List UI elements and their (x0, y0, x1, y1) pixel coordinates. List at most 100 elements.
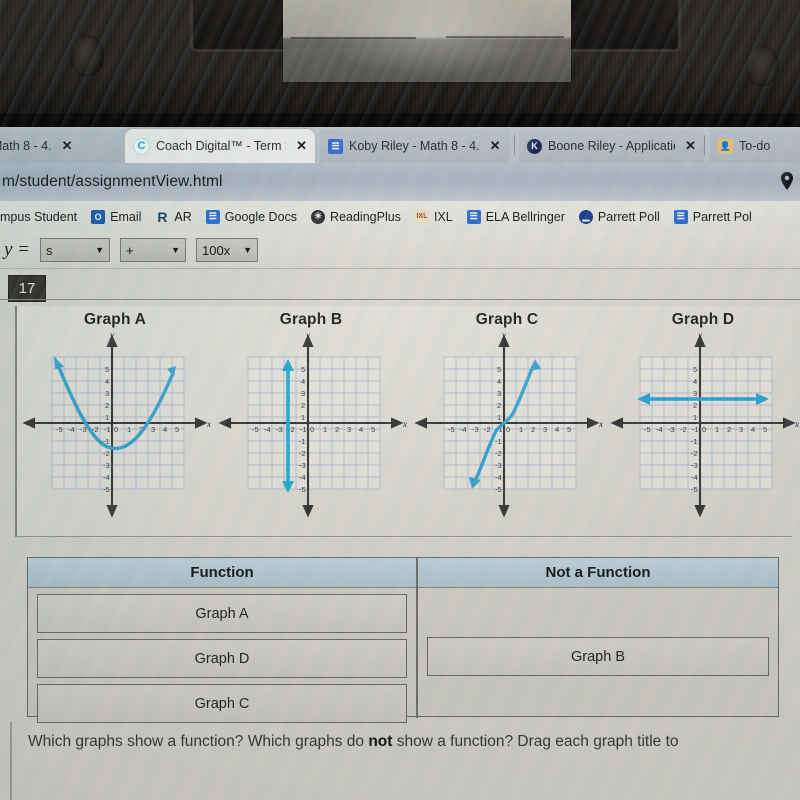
browser-tab-strip: iley - Math 8 - 4. ✕ C Coach Digital™ - … (0, 127, 800, 163)
svg-text:0: 0 (114, 425, 118, 434)
poll-icon: ▁ (578, 209, 593, 224)
term-select[interactable]: 100x ▼ (196, 238, 259, 262)
graph-card-b[interactable]: Graph B y x -5 -4 -3 -2 -1 0 1 2 3 4 5 5… (213, 306, 409, 536)
svg-text:3: 3 (301, 389, 305, 398)
svg-text:-4: -4 (68, 425, 75, 434)
svg-text:4: 4 (497, 377, 501, 386)
bookmark-readingplus[interactable]: ☀ ReadingPlus (304, 209, 408, 224)
svg-text:-1: -1 (692, 425, 699, 434)
bezel-screw-left (70, 35, 104, 77)
outlook-icon: O (91, 209, 106, 224)
browser-tab-4[interactable]: 👤 To-do (710, 129, 800, 163)
url-text: m/student/assignmentView.html (2, 173, 223, 190)
svg-text:2: 2 (531, 425, 535, 434)
drag-drop-table: Function Graph A Graph D Graph C Not a F… (27, 557, 779, 723)
graphs-panel: Graph A y x -5 -4 -3 -2 -1 0 1 2 3 4 5 5… (15, 306, 799, 537)
graph-title-a[interactable]: Graph A (17, 306, 213, 329)
graph-title-d[interactable]: Graph D (605, 306, 800, 329)
chevron-down-icon: ▼ (243, 245, 253, 255)
todo-icon: 👤 (718, 138, 733, 154)
svg-text:-3: -3 (691, 461, 698, 470)
bookmark-label: Parrett Poll (597, 209, 660, 224)
bookmark-ela-bellringer[interactable]: ☰ ELA Bellringer (460, 209, 572, 224)
browser-tab-2[interactable]: ☰ Koby Riley - Math 8 - 4. ✕ (320, 129, 510, 163)
chip-graph-b[interactable]: Graph B (427, 637, 769, 676)
svg-text:-1: -1 (691, 437, 698, 446)
svg-text:4: 4 (359, 425, 363, 434)
svg-text:-5: -5 (644, 425, 651, 434)
svg-text:-4: -4 (691, 473, 698, 482)
svg-text:1: 1 (301, 413, 305, 422)
svg-text:-2: -2 (103, 449, 110, 458)
tab-label: To-do (739, 139, 771, 153)
browser-tab-1[interactable]: C Coach Digital™ - Term 3 ✕ (125, 129, 315, 163)
address-bar[interactable]: m/student/assignmentView.html (0, 163, 800, 201)
graph-card-d[interactable]: Graph D y x -5 -4 -3 -2 -1 0 1 2 3 4 5 5… (605, 306, 800, 536)
svg-text:-3: -3 (668, 425, 675, 434)
svg-text:-5: -5 (691, 485, 698, 494)
svg-text:-5: -5 (448, 425, 455, 434)
chip-graph-a[interactable]: Graph A (37, 594, 407, 633)
svg-text:4: 4 (301, 377, 305, 386)
svg-text:y: y (697, 330, 702, 340)
svg-text:3: 3 (739, 425, 743, 434)
variable-select[interactable]: s ▼ (40, 238, 111, 262)
empty-drop-slot[interactable] (418, 594, 778, 631)
close-icon[interactable]: ✕ (685, 138, 696, 154)
close-icon[interactable]: ✕ (62, 138, 73, 154)
function-column[interactable]: Function Graph A Graph D Graph C (28, 558, 418, 723)
svg-text:-5: -5 (56, 425, 63, 434)
ixl-icon: IXL (414, 209, 429, 224)
bookmark-campus-student[interactable]: mpus Student (0, 210, 84, 224)
graph-d-plot: y x -5 -4 -3 -2 -1 0 123 45 543 21 -1-2-3 -4… (610, 330, 799, 518)
chip-graph-c[interactable]: Graph C (37, 684, 407, 723)
svg-text:x: x (794, 419, 799, 429)
bookmark-parrett-poll[interactable]: ▁ Parrett Poll (572, 209, 667, 224)
svg-text:4: 4 (693, 377, 697, 386)
graph-card-a[interactable]: Graph A y x -5 -4 -3 -2 -1 0 1 2 3 4 5 5… (17, 306, 213, 536)
bookmarks-bar: mpus Student O Email R AR ☰ Google Docs … (0, 201, 800, 232)
chevron-down-icon: ▼ (171, 245, 181, 255)
chip-graph-d[interactable]: Graph D (37, 639, 407, 678)
tape-smudge (283, 0, 571, 82)
svg-text:-1: -1 (299, 437, 306, 446)
bookmark-ar[interactable]: R AR (148, 209, 198, 225)
svg-text:-3: -3 (299, 461, 306, 470)
not-a-function-column[interactable]: Not a Function Graph B (418, 558, 778, 718)
bookmark-ixl[interactable]: IXL IXL (408, 209, 460, 224)
bookmark-label: Google Docs (224, 209, 298, 224)
content-left-rule (10, 722, 12, 800)
operator-select[interactable]: + ▼ (120, 238, 187, 262)
assignment-page: y = s ▼ + ▼ 100x ▼ 17 Graph A y x -5 -4 … (0, 232, 800, 800)
graph-title-c[interactable]: Graph C (409, 306, 605, 329)
svg-text:-3: -3 (495, 461, 502, 470)
svg-text:5: 5 (497, 365, 501, 374)
bookmark-google-docs[interactable]: ☰ Google Docs (199, 209, 304, 224)
close-icon[interactable]: ✕ (490, 138, 501, 154)
svg-text:5: 5 (301, 365, 305, 374)
equation-label: y = (4, 239, 31, 260)
svg-text:-1: -1 (300, 425, 307, 434)
coach-icon: C (133, 137, 150, 155)
svg-text:4: 4 (105, 377, 109, 386)
svg-text:x: x (598, 419, 603, 429)
bookmark-parrett-poll-2[interactable]: ☰ Parrett Pol (667, 209, 759, 224)
svg-text:-4: -4 (460, 425, 467, 434)
browser-tab-3[interactable]: K Boone Riley - Applicatio ✕ (519, 129, 704, 163)
svg-text:0: 0 (702, 425, 706, 434)
svg-text:y: y (501, 330, 506, 340)
tape-over-webcam (283, 0, 571, 82)
bookmark-label: ReadingPlus (330, 209, 401, 224)
column-header-not-a-function: Not a Function (418, 558, 778, 588)
term-select-value: 100x (202, 242, 231, 258)
graph-title-b[interactable]: Graph B (213, 306, 409, 329)
close-icon[interactable]: ✕ (296, 138, 307, 154)
graph-card-c[interactable]: Graph C y x -5 -4 -3 -2 -1 0 1 2 3 4 5 5… (409, 306, 605, 536)
bookmark-email[interactable]: O Email (84, 209, 148, 224)
browser-tab-0[interactable]: iley - Math 8 - 4. ✕ (0, 129, 124, 163)
bookmark-label: mpus Student (0, 209, 78, 224)
location-pin-icon[interactable] (780, 172, 794, 195)
svg-text:1: 1 (105, 413, 109, 422)
question-prompt: Which graphs show a function? Which grap… (28, 732, 788, 751)
column-header-function: Function (28, 558, 416, 588)
